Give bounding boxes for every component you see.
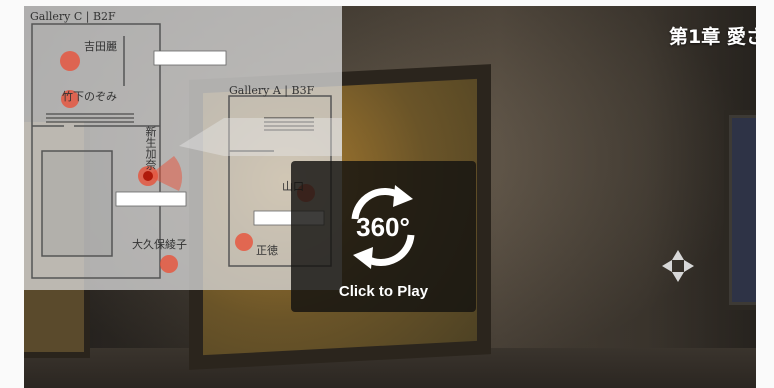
artist-label[interactable]: 新生加奈 [142,126,158,170]
painting-right [724,110,756,310]
play-button[interactable]: 360° Click to Play [291,161,476,312]
artist-label[interactable]: 吉田麗 [84,38,117,54]
artist-label[interactable]: 竹下のぞみ [62,88,117,104]
gallery-a-label: Gallery A | B3F [229,84,315,97]
rotate-360-icon: 360° [351,185,415,269]
artist-label[interactable]: 正徳 [256,242,278,258]
move-arrows-icon[interactable] [658,246,698,286]
artist-label[interactable]: 大久保綾子 [132,236,187,252]
play-badge: 360° [356,212,410,242]
panorama-viewer[interactable]: 第1章 愛さ Gallery C | B2F Gallery A | B3F 吉… [24,6,756,388]
gallery-c-label: Gallery C | B2F [30,10,116,23]
page-frame: 第1章 愛さ Gallery C | B2F Gallery A | B3F 吉… [0,0,774,388]
play-label: Click to Play [338,283,429,300]
chapter-title: 第1章 愛さ [669,26,756,48]
